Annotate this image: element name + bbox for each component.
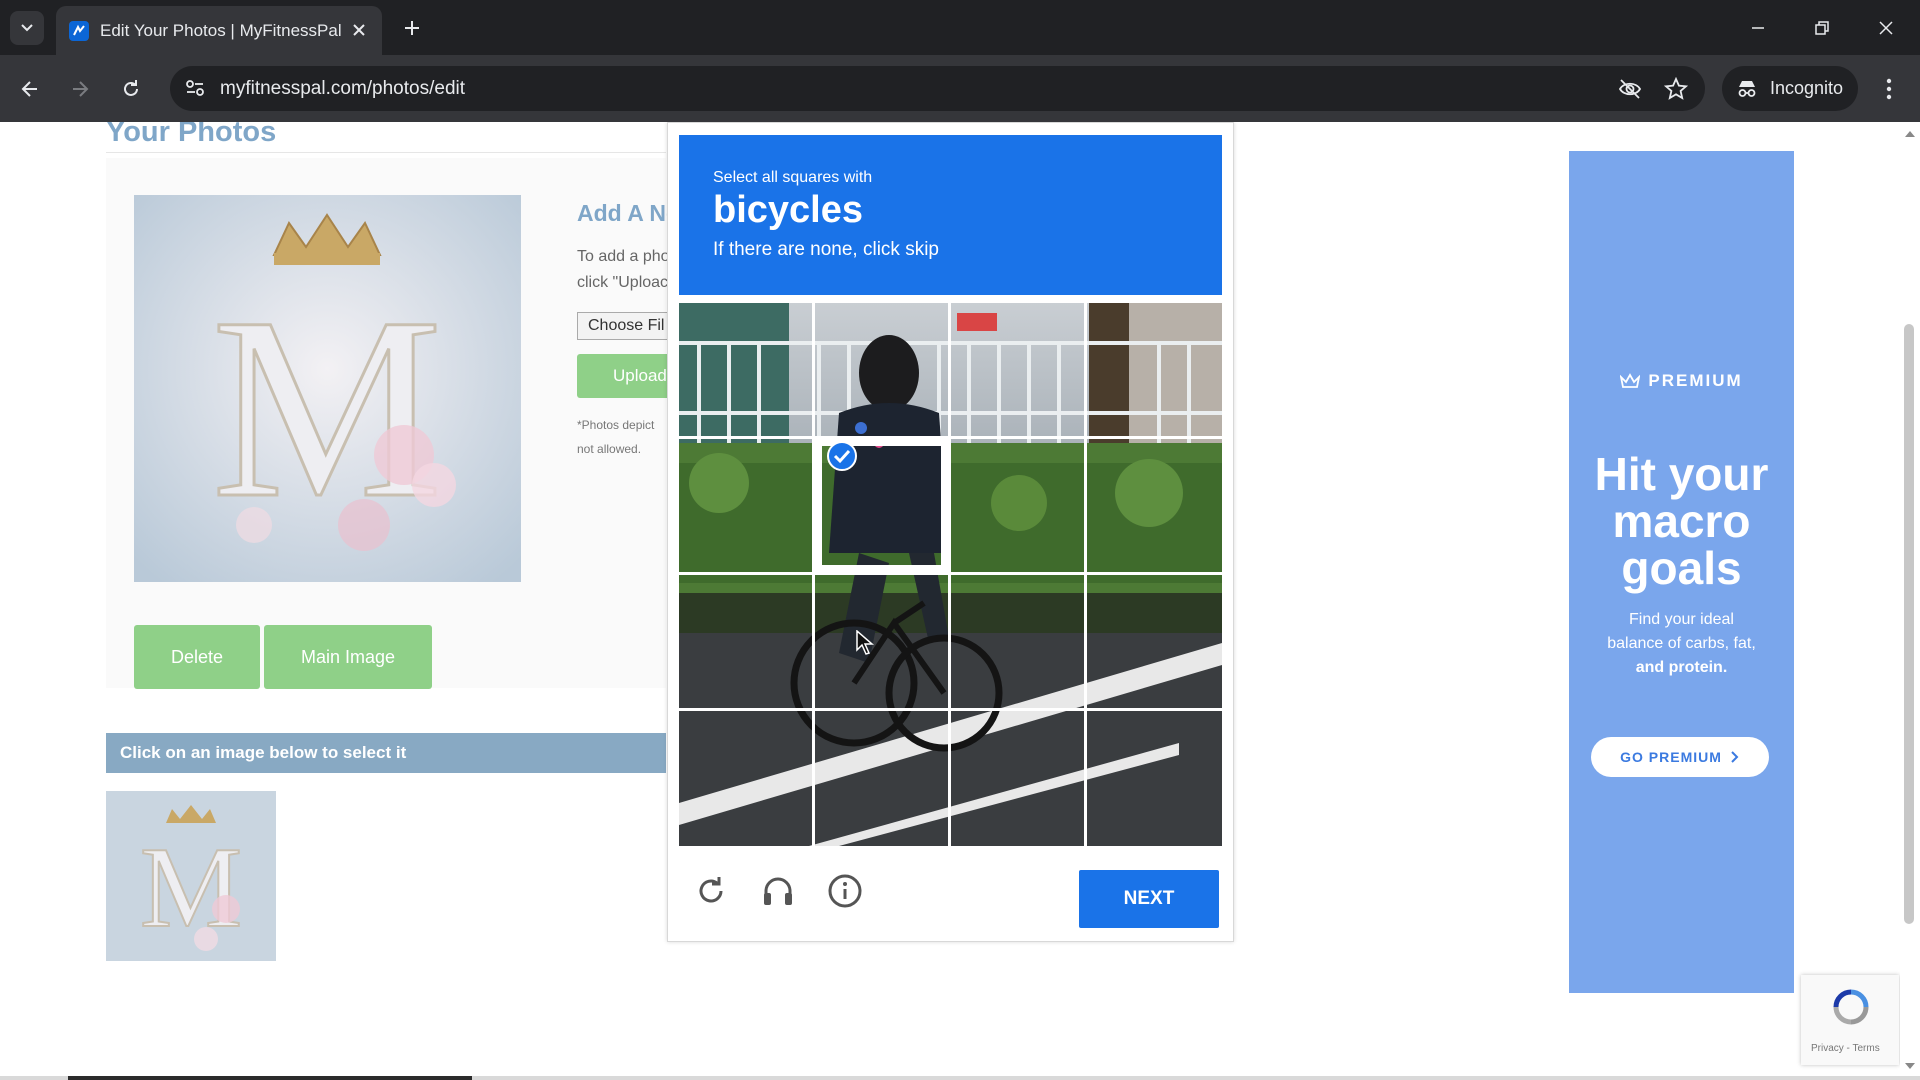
minimize-button[interactable]: [1740, 12, 1776, 44]
eye-off-icon[interactable]: [1618, 77, 1642, 101]
captcha-tile[interactable]: [1087, 303, 1220, 436]
captcha-tile[interactable]: [1087, 439, 1220, 572]
add-photo-text-line2: click "Uploac: [577, 274, 669, 291]
captcha-header: Select all squares with bicycles If ther…: [679, 135, 1222, 295]
arrow-left-icon: [21, 81, 37, 97]
photo-rules-note-line2: not allowed.: [577, 442, 642, 456]
premium-ad[interactable]: PREMIUM Hit your macro goals Find your i…: [1569, 151, 1794, 993]
close-icon: [1879, 21, 1893, 35]
recaptcha-logo-icon: [1833, 989, 1869, 1025]
close-window-button[interactable]: [1868, 12, 1904, 44]
captcha-tile[interactable]: [951, 711, 1084, 844]
next-button[interactable]: NEXT: [1079, 870, 1219, 928]
captcha-tile[interactable]: [679, 303, 812, 436]
refresh-challenge-button[interactable]: [691, 871, 731, 911]
more-vertical-icon: [1886, 78, 1892, 100]
captcha-tile[interactable]: [951, 575, 1084, 708]
browser-tab[interactable]: Edit Your Photos | MyFitnessPal: [56, 6, 382, 55]
minimize-icon: [1752, 27, 1764, 29]
url-text: myfitnesspal.com/photos/edit: [220, 78, 466, 99]
captcha-hint: If there are none, click skip: [713, 239, 939, 260]
captcha-tile[interactable]: [815, 711, 948, 844]
svg-text:M: M: [211, 264, 442, 552]
address-bar[interactable]: myfitnesspal.com/photos/edit: [170, 66, 1705, 111]
ad-subtext-line: Find your ideal: [1629, 611, 1734, 628]
captcha-tile[interactable]: [1087, 711, 1220, 844]
audio-challenge-button[interactable]: [758, 871, 798, 911]
add-photo-text-line1: To add a pho: [577, 248, 670, 265]
tab-close-icon[interactable]: [348, 19, 370, 41]
scrollbar-thumb[interactable]: [1904, 324, 1914, 924]
restore-icon: [1815, 21, 1829, 35]
mouse-cursor-icon: [856, 630, 874, 655]
browser-titlebar: Edit Your Photos | MyFitnessPal: [0, 0, 1920, 55]
ad-headline: Hit your macro goals: [1569, 451, 1794, 592]
main-photo-image: M: [134, 195, 521, 582]
main-image-button[interactable]: Main Image: [264, 625, 432, 689]
headphones-icon: [764, 877, 792, 905]
photo-rules-note-line1: *Photos depict: [577, 418, 655, 432]
svg-text:M: M: [140, 824, 242, 951]
restore-button[interactable]: [1804, 12, 1840, 44]
captcha-tile[interactable]: [815, 303, 948, 436]
plus-icon: [405, 21, 419, 35]
ad-brand: PREMIUM: [1569, 371, 1794, 391]
page-title: Your Photos: [106, 122, 277, 148]
incognito-icon: [1738, 81, 1756, 97]
browser-menu-button[interactable]: [1874, 72, 1904, 106]
selected-check-icon: [827, 441, 857, 471]
captcha-tile[interactable]: [1087, 575, 1220, 708]
page-content: Your Photos M Add A Ne To add a pho clic…: [0, 122, 1920, 1076]
bookmark-star-icon[interactable]: [1664, 77, 1688, 101]
tab-search-button[interactable]: [10, 11, 44, 45]
ad-headline-line: Hit your: [1594, 448, 1769, 500]
photo-thumbnail[interactable]: M: [106, 791, 276, 961]
browser-toolbar: myfitnesspal.com/photos/edit Incognito: [0, 55, 1920, 122]
title-divider: [106, 152, 666, 153]
captcha-target: bicycles: [713, 189, 863, 231]
back-button[interactable]: [13, 72, 47, 106]
captcha-image-grid: [679, 303, 1222, 846]
captcha-challenge: Select all squares with bicycles If ther…: [667, 122, 1234, 942]
new-tab-button[interactable]: [398, 14, 426, 42]
recaptcha-badge[interactable]: Privacy - Terms: [1801, 975, 1899, 1065]
recaptcha-privacy-terms[interactable]: Privacy - Terms: [1811, 1043, 1880, 1054]
scroll-up-icon[interactable]: [1904, 130, 1916, 138]
info-icon: [828, 874, 862, 908]
captcha-tile[interactable]: [951, 303, 1084, 436]
info-button[interactable]: [825, 871, 865, 911]
ad-subtext-line: balance of carbs, fat,: [1607, 635, 1756, 652]
tab-title: Edit Your Photos | MyFitnessPal: [100, 21, 342, 40]
delete-button[interactable]: Delete: [134, 625, 260, 689]
reload-icon: [124, 80, 138, 96]
scroll-down-icon[interactable]: [1904, 1062, 1916, 1070]
site-settings-icon[interactable]: [184, 77, 206, 99]
crown-icon: [1620, 373, 1641, 388]
ad-headline-line: macro: [1612, 495, 1751, 547]
ad-brand-label: PREMIUM: [1648, 371, 1743, 390]
myfitnesspal-favicon-icon: [69, 21, 89, 41]
horizontal-scrollbar-thumb[interactable]: [68, 1076, 472, 1080]
forward-button[interactable]: [63, 72, 97, 106]
ad-subtext-line: and protein.: [1635, 659, 1728, 676]
captcha-tile[interactable]: [679, 711, 812, 844]
select-image-bar: Click on an image below to select it: [106, 733, 666, 773]
go-premium-label: GO PREMIUM: [1620, 749, 1722, 765]
ad-headline-line: goals: [1621, 542, 1742, 594]
captcha-tile[interactable]: [815, 575, 948, 708]
reload-button[interactable]: [114, 72, 148, 106]
chevron-down-icon: [21, 24, 33, 32]
captcha-tile[interactable]: [951, 439, 1084, 572]
captcha-instruction: Select all squares with: [713, 169, 873, 186]
refresh-icon: [699, 877, 723, 903]
captcha-tile[interactable]: [679, 439, 812, 572]
go-premium-button[interactable]: GO PREMIUM: [1591, 737, 1769, 777]
incognito-profile-button[interactable]: Incognito: [1722, 66, 1858, 111]
select-image-instruction: Click on an image below to select it: [120, 743, 407, 762]
captcha-tile[interactable]: [679, 575, 812, 708]
arrow-right-icon: [73, 81, 89, 97]
incognito-label: Incognito: [1770, 78, 1844, 98]
chevron-right-icon: [1731, 751, 1739, 763]
add-photo-title: Add A Ne: [577, 200, 679, 226]
